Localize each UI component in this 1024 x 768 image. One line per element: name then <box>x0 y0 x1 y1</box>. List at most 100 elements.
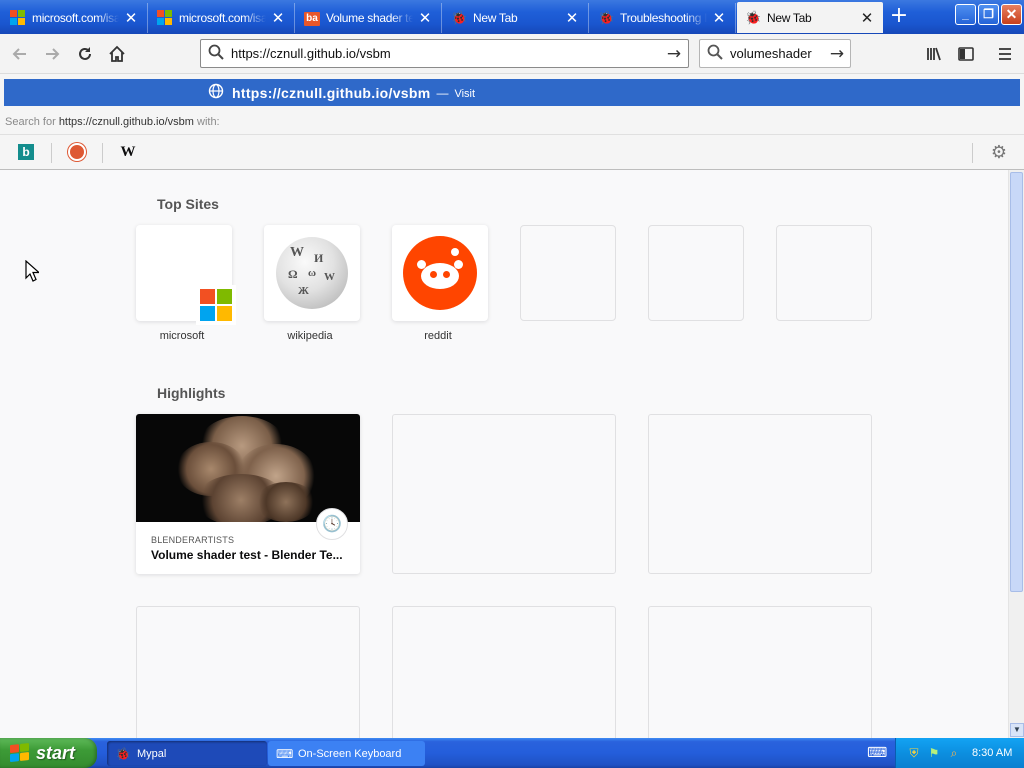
bing-icon: b <box>18 144 34 160</box>
task-label: On-Screen Keyboard <box>298 747 402 760</box>
hamburger-menu-icon[interactable] <box>991 40 1019 68</box>
mouse-pointer-icon <box>25 260 39 282</box>
bing-engine-button[interactable]: b <box>6 141 46 163</box>
network-icon[interactable]: ⚑ <box>926 745 942 761</box>
system-tray: ⛨ ⚑ ⌕ 8:30 AM <box>895 738 1024 768</box>
tab-title: microsoft.com/isap <box>179 11 266 25</box>
autocomplete-dash: — <box>436 85 449 100</box>
autocomplete-visit-row[interactable]: https://cznull.github.io/vsbm — Visit <box>4 79 1020 106</box>
autocomplete-action-label: Visit <box>454 88 476 100</box>
windows-taskbar: start 🐞 Mypal ⌨ On-Screen Keyboard ⌨ ⛨ ⚑… <box>0 738 1024 768</box>
top-site-reddit[interactable] <box>392 225 488 321</box>
sidebar-toggle-icon[interactable] <box>952 40 980 68</box>
tab-volume-shader[interactable]: ba Volume shader tes ✕ <box>296 3 442 33</box>
tab-title: New Tab <box>473 11 518 25</box>
tab-microsoft-2[interactable]: microsoft.com/isap ✕ <box>149 3 295 33</box>
top-site-empty-slot[interactable] <box>520 225 616 321</box>
engine-separator <box>51 143 52 163</box>
microsoft-favicon-icon <box>10 10 26 26</box>
tab-close-icon[interactable]: ✕ <box>711 10 727 26</box>
taskbar-mypal-button[interactable]: 🐞 Mypal <box>107 741 267 766</box>
highlight-title: Volume shader test - Blender Te... <box>151 548 343 562</box>
tab-close-icon[interactable]: ✕ <box>564 10 580 26</box>
go-arrow-icon[interactable]: → <box>660 44 688 64</box>
task-label: Mypal <box>137 747 167 760</box>
clock-icon: 🕓 <box>316 508 348 540</box>
top-site-microsoft[interactable] <box>136 225 236 325</box>
highlight-source: BLENDERARTISTS <box>151 535 235 545</box>
tab-close-icon[interactable]: ✕ <box>270 10 286 26</box>
engine-separator <box>102 143 103 163</box>
tab-troubleshooting[interactable]: 🐞 Troubleshooting In ✕ <box>590 3 736 33</box>
url-autocomplete-popup: https://cznull.github.io/vsbm — Visit Se… <box>0 74 1024 170</box>
mypal-favicon-icon: 🐞 <box>598 10 615 25</box>
microsoft-favicon-icon <box>157 10 173 26</box>
highlight-empty-slot <box>648 606 872 738</box>
highlight-thumbnail <box>136 414 360 522</box>
navigation-toolbar: → → <box>0 34 1024 74</box>
tab-close-icon[interactable]: ✕ <box>123 10 139 26</box>
taskbar-clock: 8:30 AM <box>972 747 1013 759</box>
back-arrow-icon[interactable] <box>6 40 34 68</box>
url-bar[interactable]: → <box>200 39 689 68</box>
search-magnifier-icon <box>700 44 730 63</box>
search-for-label: Search for https://cznull.github.io/vsbm… <box>5 116 220 128</box>
restore-button[interactable]: ❐ <box>978 4 999 25</box>
search-go-arrow-icon[interactable]: → <box>824 44 850 64</box>
page-scrollbar[interactable]: ▼ <box>1008 170 1024 738</box>
tab-close-icon[interactable]: ✕ <box>417 10 433 26</box>
tab-close-icon[interactable]: ✕ <box>859 10 875 26</box>
top-site-empty-slot[interactable] <box>776 225 872 321</box>
url-input[interactable] <box>231 41 660 66</box>
mypal-app-icon: 🐞 <box>115 746 131 761</box>
top-site-wikipedia[interactable]: W И Ω ω W Ж <box>264 225 360 321</box>
top-site-empty-slot[interactable] <box>648 225 744 321</box>
start-button[interactable]: start <box>0 738 97 768</box>
microsoft-logo-icon <box>196 285 236 325</box>
search-input[interactable] <box>730 41 824 66</box>
security-shield-icon[interactable]: ⛨ <box>906 745 922 761</box>
reload-icon[interactable] <box>71 40 99 68</box>
autocomplete-url: https://cznull.github.io/vsbm <box>232 84 431 101</box>
minimize-button[interactable]: _ <box>955 4 976 25</box>
home-icon[interactable] <box>103 40 131 68</box>
tab-microsoft-1[interactable]: microsoft.com/isap ✕ <box>2 3 148 33</box>
tab-new-tab-1[interactable]: 🐞 New Tab ✕ <box>443 3 589 33</box>
search-for-suffix: with: <box>197 116 220 128</box>
close-window-button[interactable]: ✕ <box>1001 4 1022 25</box>
highlight-empty-slot <box>648 414 872 574</box>
search-bar[interactable]: → <box>699 39 851 68</box>
top-site-label: reddit <box>424 330 452 342</box>
keyboard-tray-icon[interactable]: ⌨ <box>867 745 887 761</box>
search-settings-gear-icon[interactable]: ⚙ <box>985 141 1013 165</box>
one-off-search-engines: b W ⚙ <box>0 134 1024 170</box>
search-for-prefix: Search for <box>5 116 56 128</box>
highlight-card[interactable]: 🕓 BLENDERARTISTS Volume shader test - Bl… <box>136 414 360 574</box>
highlight-empty-slot <box>392 606 616 738</box>
mypal-favicon-icon: 🐞 <box>745 9 762 25</box>
highlight-empty-slot <box>392 414 616 574</box>
forward-arrow-icon[interactable] <box>38 40 66 68</box>
engine-separator <box>972 143 973 163</box>
start-label: start <box>36 742 76 763</box>
taskbar-on-screen-keyboard-button[interactable]: ⌨ On-Screen Keyboard <box>268 741 425 766</box>
scrollbar-thumb[interactable] <box>1010 172 1023 592</box>
search-magnifier-icon <box>201 44 231 63</box>
duckduckgo-icon <box>68 143 86 161</box>
search-tray-icon[interactable]: ⌕ <box>946 745 962 761</box>
highlights-heading: Highlights <box>157 385 226 401</box>
library-icon[interactable] <box>920 40 948 68</box>
tab-title: Troubleshooting In <box>620 11 707 25</box>
globe-icon <box>208 83 224 103</box>
keyboard-app-icon: ⌨ <box>276 746 294 761</box>
tab-new-tab-active[interactable]: 🐞 New Tab ✕ <box>737 2 883 33</box>
duckduckgo-engine-button[interactable] <box>57 141 97 163</box>
top-site-label: microsoft <box>159 330 205 342</box>
wikipedia-w-icon: W <box>120 143 136 160</box>
tab-title: microsoft.com/isap <box>32 11 119 25</box>
reddit-logo-icon <box>403 236 477 310</box>
scroll-down-arrow-icon[interactable]: ▼ <box>1010 723 1024 737</box>
new-tab-plus-icon[interactable]: + <box>886 5 912 29</box>
new-tab-page: Top Sites microsoft W И Ω ω W Ж wikipedi… <box>0 170 1008 738</box>
wikipedia-engine-button[interactable]: W <box>108 141 148 163</box>
